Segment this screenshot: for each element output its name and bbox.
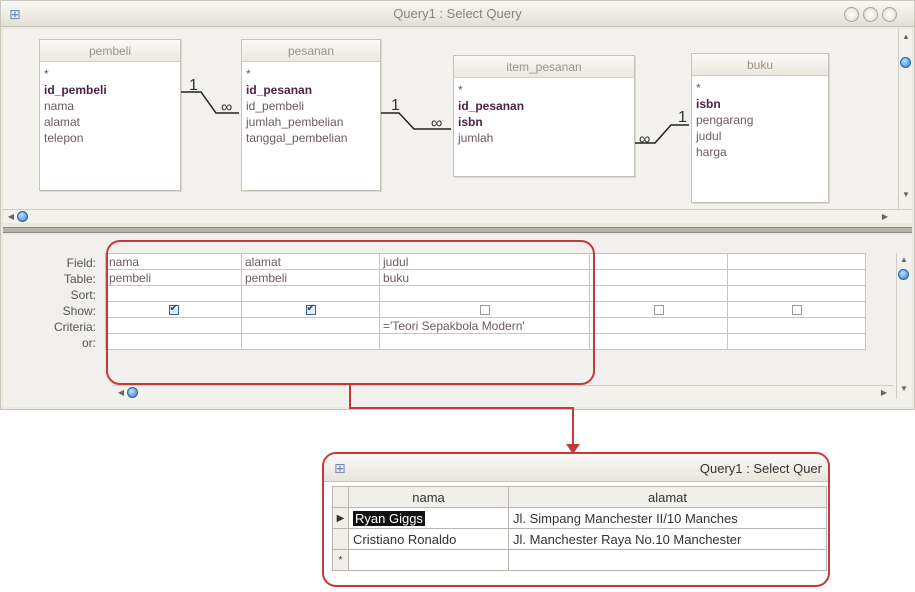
table-row[interactable]: ▶ Ryan Giggs Jl. Simpang Manchester II/1…: [332, 507, 827, 529]
row-label-field: Field:: [66, 256, 96, 270]
grid-cell-field[interactable]: [589, 253, 728, 270]
scroll-thumb[interactable]: [127, 387, 138, 398]
show-checkbox[interactable]: [791, 305, 802, 316]
scroll-right-icon[interactable]: ▶: [878, 387, 890, 399]
row-label-criteria: Criteria:: [53, 320, 96, 334]
result-datasheet: nama alamat ▶ Ryan Giggs Jl. Simpang Man…: [332, 486, 827, 571]
scroll-left-icon[interactable]: ◀: [115, 387, 127, 399]
cell-alamat[interactable]: Jl. Manchester Raya No.10 Manchester: [508, 528, 827, 550]
scroll-thumb[interactable]: [17, 211, 28, 222]
relationship-lines: [181, 91, 689, 144]
pane-splitter[interactable]: [3, 227, 912, 233]
table-row[interactable]: Cristiano Ronaldo Jl. Manchester Raya No…: [332, 528, 827, 550]
grid-cell-show[interactable]: [589, 301, 728, 318]
criteria-highlight: [106, 240, 595, 385]
close-button[interactable]: [882, 7, 897, 22]
row-label-or: or:: [81, 336, 96, 350]
grid-cell-field[interactable]: [727, 253, 866, 270]
table-pane-horizontal-scrollbar[interactable]: ◀ ▶: [3, 209, 912, 223]
grid-vertical-scrollbar[interactable]: ▲ ▼: [896, 253, 910, 399]
grid-row-labels: Field: Table: Sort: Show: Criteria: or:: [3, 255, 100, 351]
cell-nama[interactable]: Cristiano Ronaldo: [348, 528, 509, 550]
new-record-row[interactable]: *: [332, 549, 827, 571]
grid-cell-or[interactable]: [727, 333, 866, 350]
relation-one-marker: 1: [391, 97, 400, 114]
grid-cell-table[interactable]: [589, 269, 728, 286]
cell-nama[interactable]: Ryan Giggs: [348, 507, 509, 529]
grid-cell-sort[interactable]: [727, 285, 866, 302]
row-selector[interactable]: [332, 528, 349, 550]
scroll-thumb[interactable]: [898, 269, 909, 280]
scroll-up-icon[interactable]: ▲: [900, 31, 912, 43]
show-checkbox[interactable]: [653, 305, 664, 316]
result-title-bar[interactable]: ⊞ Query1 : Select Quer: [324, 454, 828, 482]
maximize-button[interactable]: [863, 7, 878, 22]
scroll-down-icon[interactable]: ▼: [900, 189, 912, 201]
relation-many-marker: ∞: [639, 131, 651, 148]
relation-many-marker: ∞: [431, 115, 443, 132]
grid-cell-show[interactable]: [727, 301, 866, 318]
grid-cell-criteria[interactable]: [589, 317, 728, 334]
grid-cell-criteria[interactable]: [727, 317, 866, 334]
row-selector-header[interactable]: [332, 486, 349, 508]
result-window-title: Query1 : Select Quer: [699, 461, 822, 476]
grid-horizontal-scrollbar[interactable]: ◀ ▶: [113, 385, 893, 399]
table-pane: pembeli * id_pembeli nama alamat telepon pes…: [3, 29, 898, 209]
relation-one-marker: 1: [189, 77, 198, 94]
minimize-button[interactable]: [844, 7, 859, 22]
column-header-nama[interactable]: nama: [348, 486, 509, 508]
relation-one-marker: 1: [678, 109, 687, 126]
row-label-show: Show:: [62, 304, 96, 318]
grid-cell-table[interactable]: [727, 269, 866, 286]
scroll-up-icon[interactable]: ▲: [898, 254, 910, 266]
title-bar[interactable]: ⊞ Query1 : Select Query: [1, 1, 914, 27]
row-label-sort: Sort:: [70, 288, 96, 302]
table-pane-vertical-scrollbar[interactable]: ▲ ▼: [898, 29, 912, 209]
column-header-alamat[interactable]: alamat: [508, 486, 827, 508]
datasheet-icon: ⊞: [334, 460, 346, 476]
relation-many-marker: ∞: [221, 99, 233, 116]
grid-cell-sort[interactable]: [589, 285, 728, 302]
window-title: Query1 : Select Query: [393, 6, 522, 21]
scroll-thumb[interactable]: [900, 57, 911, 68]
grid-cell-or[interactable]: [589, 333, 728, 350]
row-label-table: Table:: [63, 272, 96, 286]
selected-text: Ryan Giggs: [353, 510, 425, 526]
current-record-icon[interactable]: ▶: [332, 507, 349, 529]
query-result-window: ⊞ Query1 : Select Quer nama alamat ▶ Rya…: [322, 452, 830, 587]
cell-alamat[interactable]: [508, 549, 827, 571]
new-record-icon[interactable]: *: [332, 549, 349, 571]
cell-alamat[interactable]: Jl. Simpang Manchester II/10 Manches: [508, 507, 827, 529]
scroll-left-icon[interactable]: ◀: [5, 211, 17, 223]
scroll-down-icon[interactable]: ▼: [898, 383, 910, 395]
cell-nama[interactable]: [348, 549, 509, 571]
scroll-right-icon[interactable]: ▶: [879, 211, 891, 223]
